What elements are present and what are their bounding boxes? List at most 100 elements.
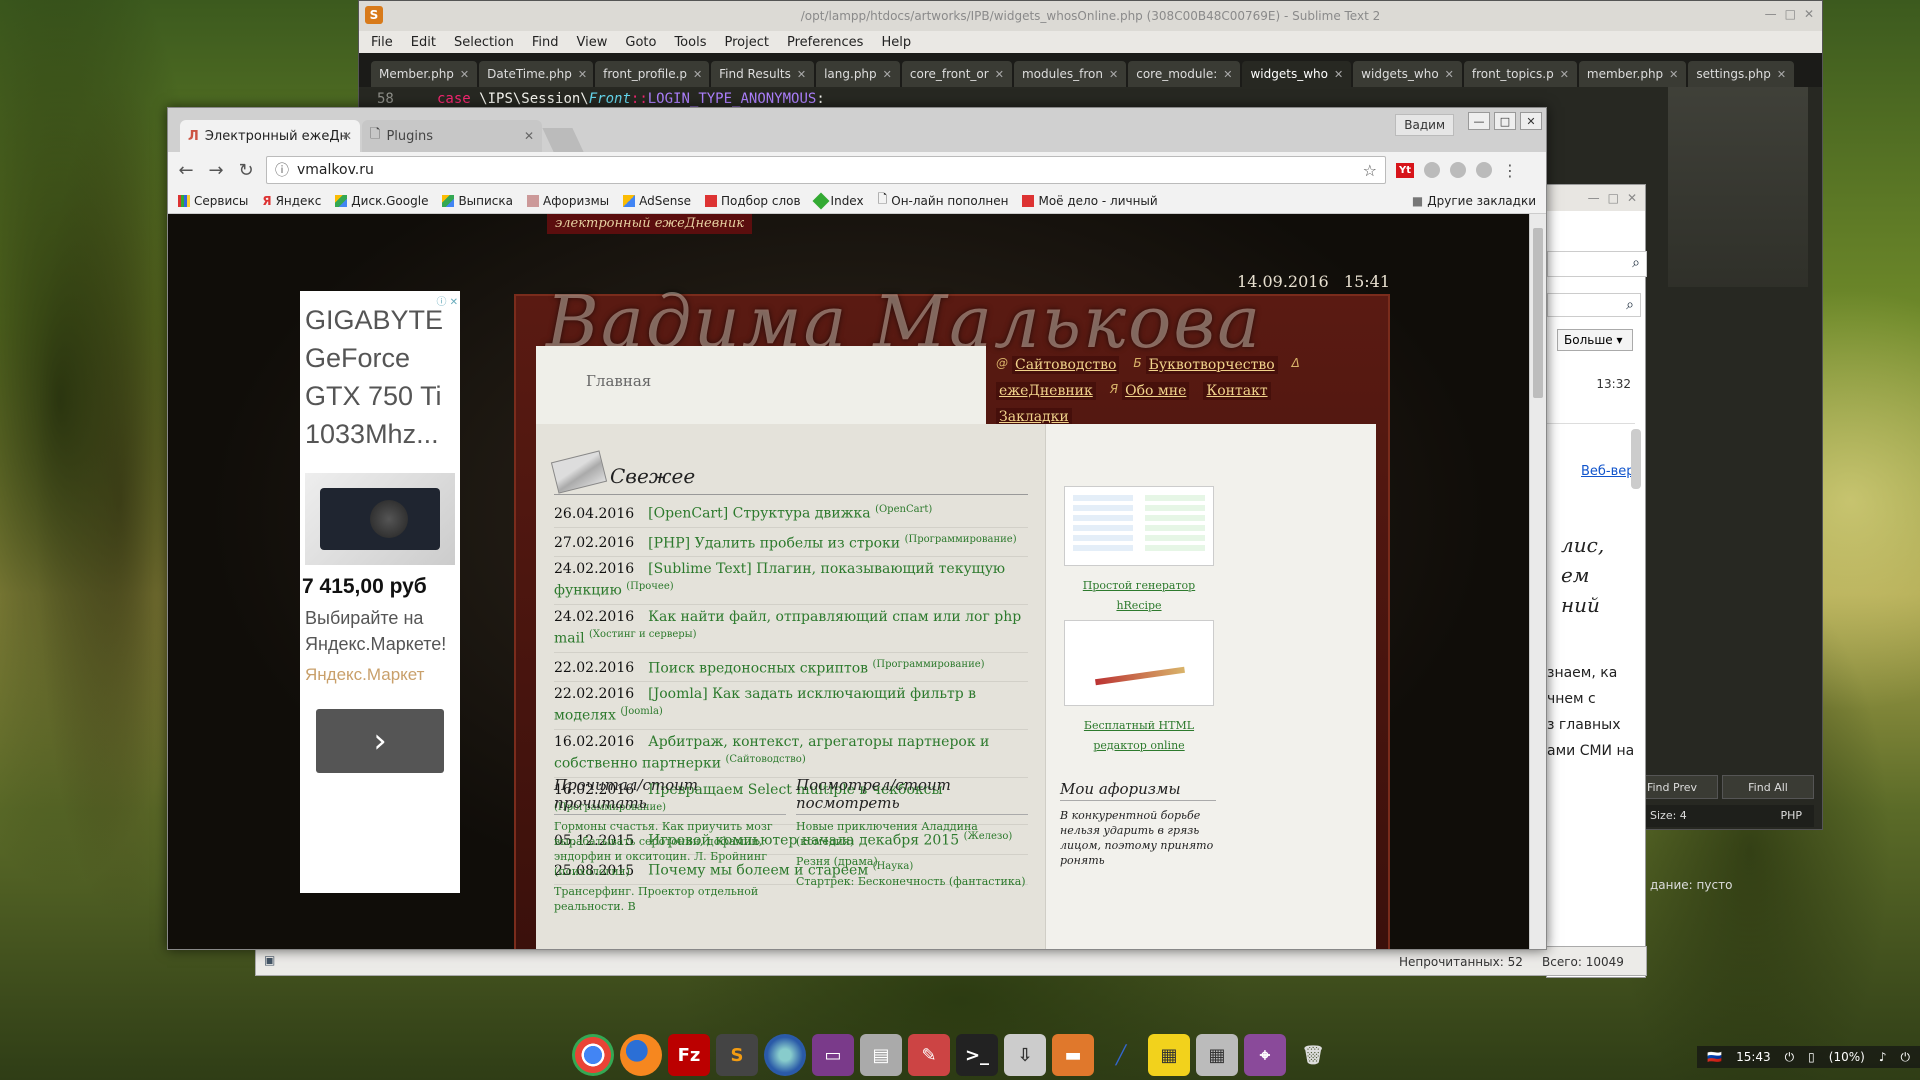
menu-tools[interactable]: Tools xyxy=(674,35,706,50)
editor-tab[interactable]: front_profile.p ✕ xyxy=(595,61,710,87)
page-scrollbar[interactable] xyxy=(1529,214,1546,949)
menu-selection[interactable]: Selection xyxy=(454,35,514,50)
news-link[interactable]: Поиск вредоносных скриптов xyxy=(648,660,868,676)
scrollbar-thumb[interactable] xyxy=(1533,228,1543,398)
calculator-icon[interactable]: ▦ xyxy=(1196,1034,1238,1076)
bookmark-adsense[interactable]: AdSense xyxy=(623,194,691,208)
watched-item[interactable]: Резня (драма) xyxy=(796,854,1028,869)
close-icon[interactable]: ✕ xyxy=(1334,68,1343,81)
close-icon[interactable]: ✕ xyxy=(1223,68,1232,81)
network-icon[interactable]: ⏻ xyxy=(1785,1050,1795,1065)
back-icon[interactable]: ← xyxy=(176,160,196,181)
power-icon[interactable]: ⏻ xyxy=(1901,1050,1911,1065)
screenshot-icon[interactable]: ⌖ xyxy=(1244,1034,1286,1076)
files-icon[interactable]: ▤ xyxy=(860,1034,902,1076)
ruler-icon[interactable]: ▦ xyxy=(1148,1034,1190,1076)
thunderbird-icon[interactable] xyxy=(764,1034,806,1076)
trash-icon[interactable]: 🗑 xyxy=(1292,1034,1334,1076)
firefox-icon[interactable] xyxy=(620,1034,662,1076)
editor-tab[interactable]: Find Results ✕ xyxy=(711,61,815,87)
mail-scrollbar[interactable] xyxy=(1631,429,1641,489)
close-icon[interactable]: ✕ xyxy=(693,68,702,81)
yandex-market-ad[interactable]: ⓘ ✕ GIGABYTE GeForce GTX 750 Ti 1033Mhz.… xyxy=(300,291,460,893)
editor-tab[interactable]: lang.php ✕ xyxy=(816,61,900,87)
close-icon[interactable]: ✕ xyxy=(883,68,892,81)
mail-search-1[interactable]: ⌕ xyxy=(1547,251,1647,277)
ad-product-image[interactable] xyxy=(305,473,455,565)
tool-card[interactable]: Простой генератор hRecipe xyxy=(1064,486,1214,614)
install-icon[interactable]: ⇩ xyxy=(1004,1034,1046,1076)
bookmark-moe-delo[interactable]: Моё дело - личный xyxy=(1022,194,1158,208)
menu-icon[interactable]: ⋮ xyxy=(1502,161,1518,180)
close-icon[interactable]: ✕ xyxy=(995,68,1004,81)
news-category[interactable]: (Сайтоводство) xyxy=(726,754,806,765)
profile-button[interactable]: Вадим xyxy=(1395,114,1454,136)
editor-tab[interactable]: modules_fron ✕ xyxy=(1013,61,1127,87)
bookmark-google-drive[interactable]: Диск.Google xyxy=(335,194,428,208)
maximize-icon[interactable]: □ xyxy=(1608,191,1619,205)
close-icon[interactable]: ✕ xyxy=(1669,68,1678,81)
read-item[interactable]: Трансерфинг. Проектор отдельной реальнос… xyxy=(554,884,786,914)
terminal-icon[interactable]: >_ xyxy=(956,1034,998,1076)
news-category[interactable]: (Joomla) xyxy=(620,706,663,717)
ad-title[interactable]: GIGABYTE GeForce GTX 750 Ti 1033Mhz... xyxy=(305,301,455,453)
search-icon[interactable]: ⌕ xyxy=(1626,297,1634,313)
clock[interactable]: 15:43 xyxy=(1736,1050,1771,1064)
keyboard-layout-icon[interactable]: 🇷🇺 xyxy=(1707,1050,1722,1064)
battery-icon[interactable]: ▯ xyxy=(1808,1050,1815,1064)
bookmark-star-icon[interactable]: ☆ xyxy=(1363,161,1377,180)
new-tab-button[interactable] xyxy=(542,128,584,152)
maximize-icon[interactable]: □ xyxy=(1494,112,1516,130)
close-icon[interactable]: ✕ xyxy=(1445,68,1454,81)
status-syntax[interactable]: PHP xyxy=(1780,809,1802,823)
editor-tab-active[interactable]: widgets_who ✕ xyxy=(1242,61,1352,87)
close-icon[interactable]: ✕ xyxy=(1777,68,1786,81)
folder-icon[interactable]: ▬ xyxy=(1052,1034,1094,1076)
close-tab-icon[interactable]: ✕ xyxy=(342,129,352,143)
extension-icon[interactable] xyxy=(1424,162,1441,178)
menu-help[interactable]: Help xyxy=(881,35,911,50)
watched-item[interactable]: Стартрек: Бесконечность (фантастика) xyxy=(796,874,1028,889)
minimize-icon[interactable]: — xyxy=(1468,112,1490,130)
sublime-window-buttons[interactable]: — □ ✕ xyxy=(1765,7,1814,21)
filezilla-icon[interactable]: Fz xyxy=(668,1034,710,1076)
menu-preferences[interactable]: Preferences xyxy=(787,35,863,50)
editor-tab[interactable]: widgets_who ✕ xyxy=(1353,61,1462,87)
editor-tab[interactable]: settings.php ✕ xyxy=(1688,61,1795,87)
other-bookmarks[interactable]: ■ Другие закладки xyxy=(1412,194,1536,208)
browser-tab-active[interactable]: Л Электронный ежеДн ✕ xyxy=(180,120,360,152)
mail-status-icon[interactable]: ▣ xyxy=(264,953,275,967)
reload-icon[interactable]: ↻ xyxy=(236,160,256,181)
pen-icon[interactable]: ╱ xyxy=(1100,1034,1142,1076)
bookmark-wordstat[interactable]: Подбор слов xyxy=(705,194,801,208)
extension-icon[interactable] xyxy=(1476,162,1493,178)
close-icon[interactable]: ✕ xyxy=(460,68,469,81)
close-icon[interactable]: ✕ xyxy=(578,68,587,81)
close-icon[interactable]: ✕ xyxy=(1560,68,1569,81)
editor-tab[interactable]: DateTime.php ✕ xyxy=(479,61,594,87)
news-category[interactable]: (Хостинг и серверы) xyxy=(589,629,697,640)
close-icon[interactable]: ✕ xyxy=(1109,68,1118,81)
web-version-link[interactable]: Веб-вер xyxy=(1581,464,1635,479)
sublime-icon[interactable]: S xyxy=(716,1034,758,1076)
editor-tab[interactable]: Member.php ✕ xyxy=(371,61,478,87)
bookmark-yandex[interactable]: Я Яндекс xyxy=(262,194,321,208)
menu-find[interactable]: Find xyxy=(532,35,559,50)
read-item[interactable]: Гормоны счастья. Как приучить мозг выраб… xyxy=(554,819,786,879)
bookmark-topup[interactable]: 🗋 Он-лайн пополнен xyxy=(878,190,1009,211)
draw-icon[interactable]: ✎ xyxy=(908,1034,950,1076)
nav-sitecraft[interactable]: Сайтоводство xyxy=(1012,356,1120,374)
nav-writing[interactable]: Буквотворчество xyxy=(1145,356,1278,374)
news-category[interactable]: (Прочее) xyxy=(626,581,673,592)
browser-tab[interactable]: 🗋 Plugins ✕ xyxy=(362,120,542,152)
find-all-button[interactable]: Find All xyxy=(1722,775,1814,799)
minimize-icon[interactable]: — xyxy=(1588,191,1600,205)
news-link[interactable]: [PHP] Удалить пробелы из строки xyxy=(648,535,900,551)
menu-project[interactable]: Project xyxy=(724,35,768,50)
news-category[interactable]: (Программирование) xyxy=(905,534,1017,545)
ad-next-button[interactable]: › xyxy=(316,709,444,773)
nav-diary[interactable]: ежеДневник xyxy=(996,382,1096,400)
menu-file[interactable]: File xyxy=(371,35,393,50)
editor-tab[interactable]: member.php ✕ xyxy=(1578,61,1687,87)
editor-tab[interactable]: core_module: ✕ xyxy=(1128,61,1241,87)
